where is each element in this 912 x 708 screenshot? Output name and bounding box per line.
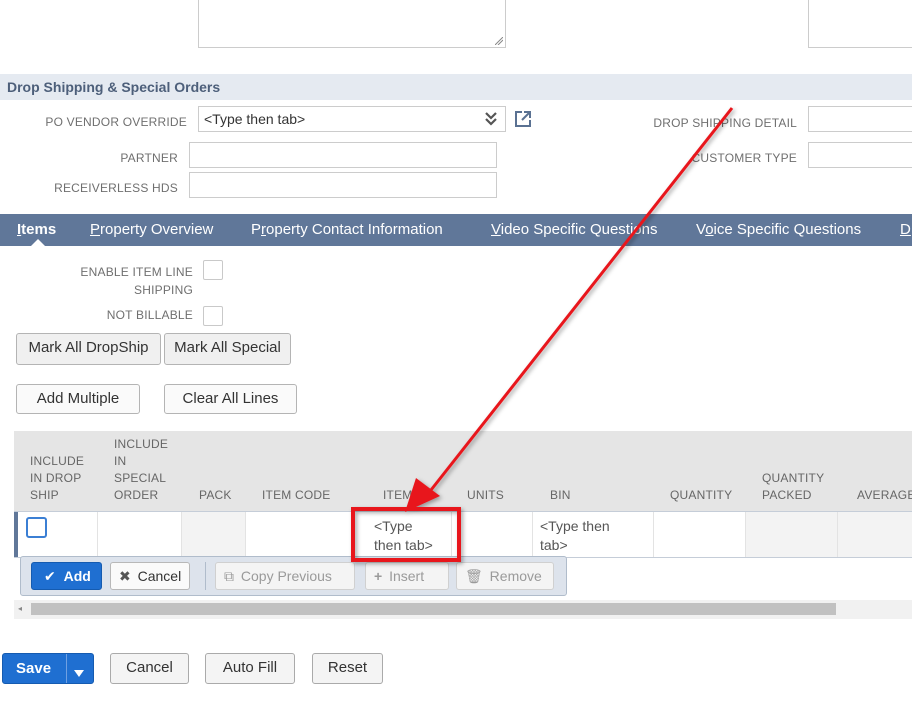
- secondary-textarea[interactable]: [808, 0, 912, 48]
- cell-divider: [653, 512, 654, 557]
- po-vendor-override-label: PO VENDOR OVERRIDE: [45, 115, 187, 129]
- checkmark-icon: ✔: [44, 568, 56, 584]
- cell-divider: [532, 512, 533, 557]
- remove-line-label: Remove: [489, 568, 542, 584]
- remove-line-button[interactable]: 🗑 Remove: [456, 562, 554, 590]
- not-billable-checkbox[interactable]: [203, 306, 223, 326]
- enable-item-line-shipping-checkbox[interactable]: [203, 260, 223, 280]
- add-line-label: Add: [63, 568, 91, 584]
- enable-item-line-shipping-label: ENABLE ITEM LINE SHIPPING: [80, 263, 193, 299]
- include-drop-ship-checkbox[interactable]: [26, 517, 47, 538]
- po-vendor-override-select[interactable]: <Type then tab>: [198, 106, 506, 132]
- bin-cell[interactable]: <Type then tab>: [540, 517, 610, 555]
- column-header-pack[interactable]: PACK: [199, 487, 232, 504]
- memo-textarea[interactable]: [198, 0, 506, 48]
- item-cell-placeholder-line2: then tab>: [374, 537, 433, 553]
- drop-shipping-detail-input[interactable]: [808, 106, 912, 132]
- cell-divider: [97, 512, 98, 557]
- item-cell[interactable]: <Type then tab>: [374, 517, 433, 555]
- mark-all-special-button[interactable]: Mark All Special: [164, 333, 291, 365]
- double-chevron-down-icon[interactable]: [485, 107, 497, 139]
- receiverless-hds-input[interactable]: [189, 172, 497, 198]
- clear-all-lines-button[interactable]: Clear All Lines: [164, 384, 297, 414]
- column-header-average[interactable]: AVERAGE: [857, 487, 912, 504]
- column-header-item[interactable]: ITEM: [383, 487, 412, 504]
- column-header-include-special-order-line4: ORDER: [114, 488, 159, 502]
- partner-label: PARTNER: [120, 151, 178, 165]
- cell-divider: [181, 512, 182, 557]
- copy-previous-label: Copy Previous: [240, 568, 332, 584]
- insert-line-button[interactable]: + Insert: [365, 562, 449, 590]
- cell-divider: [451, 512, 452, 557]
- add-line-button[interactable]: ✔ Add: [31, 562, 102, 590]
- active-tab-indicator: [31, 239, 45, 246]
- column-header-quantity[interactable]: QUANTITY: [670, 487, 732, 504]
- column-header-include-drop-ship[interactable]: INCLUDE IN DROP SHIP: [30, 453, 84, 504]
- tab-more-truncated[interactable]: D: [900, 214, 911, 246]
- footer-cancel-button[interactable]: Cancel: [110, 653, 189, 684]
- po-vendor-override-value: <Type then tab>: [204, 111, 306, 127]
- item-cell-placeholder-line1: <Type: [374, 518, 413, 534]
- dropdown-arrow-icon[interactable]: [73, 661, 85, 689]
- column-header-units[interactable]: UNITS: [467, 487, 504, 504]
- open-external-icon[interactable]: [514, 110, 532, 128]
- column-header-quantity-packed[interactable]: QUANTITY PACKED: [762, 470, 824, 504]
- insert-line-label: Insert: [389, 568, 425, 584]
- cell-divider: [352, 512, 353, 557]
- cell-divider: [745, 512, 746, 557]
- column-header-include-drop-ship-line2: IN DROP: [30, 471, 82, 485]
- copy-icon: ⧉: [224, 568, 234, 584]
- column-header-include-drop-ship-line1: INCLUDE: [30, 454, 85, 468]
- save-button-divider: [66, 654, 67, 683]
- average-cell[interactable]: [837, 512, 912, 557]
- close-icon: ✖: [119, 568, 131, 584]
- cell-divider: [837, 512, 838, 557]
- enable-item-line-shipping-label-line1: ENABLE ITEM LINE: [80, 265, 193, 279]
- bin-cell-placeholder-line1: <Type then: [540, 518, 610, 534]
- plus-icon: +: [374, 568, 383, 584]
- scrollbar-thumb[interactable]: [31, 603, 836, 615]
- column-header-include-special-order[interactable]: INCLUDE IN SPECIAL ORDER: [114, 436, 168, 504]
- mark-all-dropship-button[interactable]: Mark All DropShip: [16, 333, 161, 365]
- column-header-quantity-packed-line2: PACKED: [762, 488, 812, 502]
- column-header-include-special-order-line1: INCLUDE: [114, 437, 169, 451]
- column-header-bin[interactable]: BIN: [550, 487, 571, 504]
- tab-video-specific-questions[interactable]: Video Specific Questions: [491, 214, 658, 246]
- toolbar-divider: [205, 562, 206, 590]
- customer-type-input[interactable]: [808, 142, 912, 168]
- section-header-drop-shipping[interactable]: Drop Shipping & Special Orders: [0, 74, 912, 100]
- horizontal-scrollbar[interactable]: ◂: [14, 600, 912, 619]
- column-header-item-code[interactable]: ITEM CODE: [262, 487, 330, 504]
- tab-property-overview[interactable]: Property Overview: [90, 214, 213, 246]
- resize-handle-icon[interactable]: [495, 37, 503, 45]
- bin-cell-placeholder-line2: tab>: [540, 537, 568, 553]
- cell-divider: [245, 512, 246, 557]
- cancel-line-button[interactable]: ✖ Cancel: [110, 562, 191, 590]
- save-button-label: Save: [16, 660, 52, 677]
- item-grid-row[interactable]: <Type then tab> <Type then tab>: [14, 511, 912, 558]
- not-billable-label: NOT BILLABLE: [106, 308, 193, 322]
- row-edit-marker: [14, 512, 18, 557]
- tab-property-contact-information[interactable]: Property Contact Information: [251, 214, 443, 246]
- quantity-packed-cell[interactable]: [745, 512, 837, 557]
- cancel-line-label: Cancel: [137, 568, 182, 584]
- drop-shipping-detail-label: DROP SHIPPING DETAIL: [653, 116, 797, 130]
- trash-icon: 🗑: [465, 568, 483, 584]
- column-header-include-drop-ship-line3: SHIP: [30, 488, 59, 502]
- enable-item-line-shipping-label-line2: SHIPPING: [134, 283, 193, 297]
- column-header-quantity-packed-line1: QUANTITY: [762, 471, 825, 485]
- receiverless-hds-label: RECEIVERLESS HDS: [54, 181, 178, 195]
- auto-fill-button[interactable]: Auto Fill: [205, 653, 295, 684]
- column-header-include-special-order-line2: IN: [114, 454, 127, 468]
- pack-cell[interactable]: [181, 512, 245, 557]
- reset-button[interactable]: Reset: [312, 653, 383, 684]
- tab-voice-specific-questions[interactable]: Voice Specific Questions: [696, 214, 861, 246]
- save-button[interactable]: Save: [2, 653, 94, 684]
- column-header-include-special-order-line3: SPECIAL: [114, 471, 167, 485]
- add-multiple-button[interactable]: Add Multiple: [16, 384, 140, 414]
- customer-type-label: CUSTOMER TYPE: [691, 151, 797, 165]
- partner-input[interactable]: [189, 142, 497, 168]
- scroll-left-arrow-icon[interactable]: ◂: [18, 604, 22, 613]
- copy-previous-button[interactable]: ⧉ Copy Previous: [215, 562, 355, 590]
